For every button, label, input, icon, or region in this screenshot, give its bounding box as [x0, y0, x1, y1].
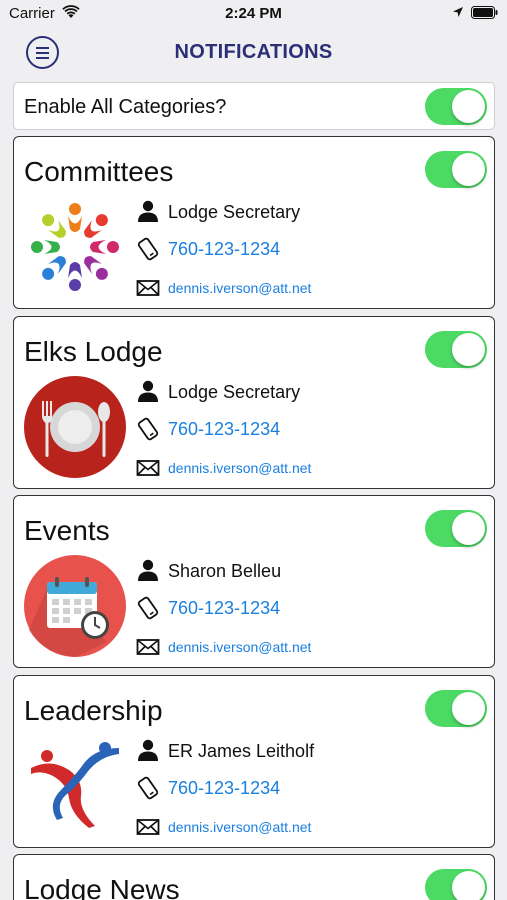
email-link[interactable]: dennis.iverson@att.net — [168, 639, 311, 655]
contact-name: ER James Leitholf — [168, 741, 315, 761]
contact-name: Lodge Secretary — [168, 382, 301, 402]
envelope-icon — [136, 460, 160, 476]
page-title: NOTIFICATIONS — [174, 41, 333, 63]
calendar-icon — [24, 555, 126, 657]
category-title: Events — [24, 515, 110, 546]
category-card-committees: Committees Lodge Secretary 760-123-1234 … — [13, 136, 495, 309]
email-link[interactable]: dennis.iverson@att.net — [168, 460, 311, 476]
enable-all-toggle[interactable] — [425, 88, 487, 125]
contact-name: Sharon Belleu — [168, 561, 282, 581]
phone-icon — [137, 776, 159, 800]
category-toggle[interactable] — [425, 510, 487, 547]
envelope-icon — [136, 280, 160, 296]
phone-icon — [137, 596, 159, 620]
phone-icon — [137, 237, 159, 261]
phone-link[interactable]: 760-123-1234 — [168, 778, 280, 799]
nav-bar: NOTIFICATIONS — [0, 28, 507, 76]
category-toggle[interactable] — [425, 151, 487, 188]
category-card-lodge-news: Lodge News — [13, 854, 495, 900]
category-card-elks-lodge: Elks Lodge Lodge Secretary 760-123-1234 … — [13, 316, 495, 489]
enable-all-row: Enable All Categories? — [13, 82, 495, 130]
person-icon — [138, 559, 158, 581]
category-card-events: Events Sharon Belleu 760-123-1234 dennis… — [13, 495, 495, 668]
status-time: 2:24 PM — [225, 5, 282, 22]
person-icon — [138, 380, 158, 402]
committees-image — [31, 203, 119, 291]
email-link[interactable]: dennis.iverson@att.net — [168, 819, 311, 835]
category-toggle[interactable] — [425, 690, 487, 727]
category-title: Leadership — [24, 695, 163, 726]
category-title: Lodge News — [24, 874, 180, 900]
battery-icon — [471, 6, 498, 19]
status-bar: Carrier 2:24 PM — [0, 0, 507, 28]
email-link[interactable]: dennis.iverson@att.net — [168, 280, 311, 296]
phone-link[interactable]: 760-123-1234 — [168, 598, 280, 619]
person-icon — [138, 739, 158, 761]
plate-icon — [24, 376, 126, 478]
category-card-leadership: Leadership ER James Leitholf 760-123-123… — [13, 675, 495, 848]
location-arrow-icon — [453, 7, 463, 17]
category-toggle[interactable] — [425, 331, 487, 368]
phone-link[interactable]: 760-123-1234 — [168, 239, 280, 260]
phone-icon — [137, 417, 159, 441]
envelope-icon — [136, 639, 160, 655]
category-title: Committees — [24, 156, 174, 187]
category-title: Elks Lodge — [24, 336, 163, 367]
person-icon — [138, 200, 158, 222]
enable-all-label: Enable All Categories? — [24, 96, 227, 118]
leadership-icon — [31, 742, 119, 828]
phone-link[interactable]: 760-123-1234 — [168, 419, 280, 440]
category-toggle[interactable] — [425, 869, 487, 900]
envelope-icon — [136, 819, 160, 835]
contact-name: Lodge Secretary — [168, 202, 301, 222]
